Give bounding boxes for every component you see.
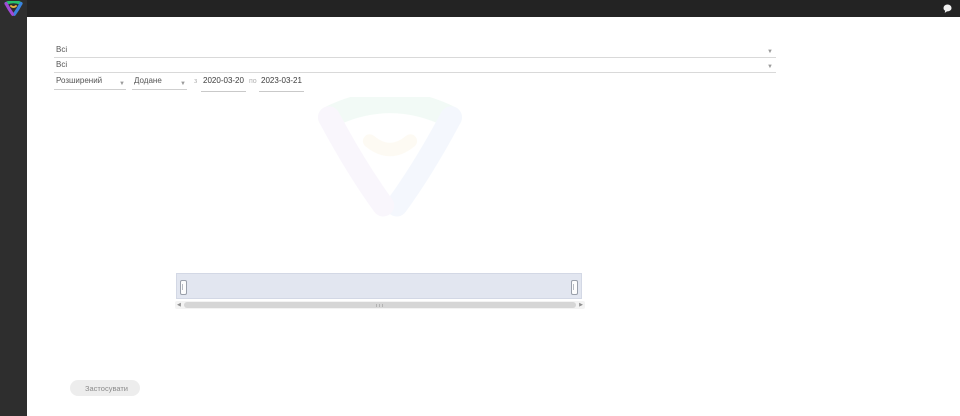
brush-handle-right[interactable]	[571, 280, 578, 295]
chevron-down-icon: ▼	[180, 81, 186, 87]
product-filter-value: Всі	[56, 60, 67, 69]
date-from-label: з	[194, 78, 197, 85]
date-field-select[interactable]: Додане ▼	[132, 74, 187, 90]
sidebar	[0, 0, 27, 416]
topbar-icons	[941, 0, 954, 17]
messages-icon[interactable]	[941, 2, 954, 15]
category-filter-value: Всі	[56, 45, 67, 54]
chevron-down-icon: ▼	[767, 49, 773, 55]
app-logo-icon[interactable]	[3, 1, 24, 16]
app-root: Всі ▼ Всі ▼ Розширений ▼ Додане ▼ з 2020…	[0, 0, 960, 416]
orders-by-status-chart[interactable]	[175, 100, 605, 256]
category-filter[interactable]: Всі ▼	[36, 43, 776, 57]
date-to-label: по	[249, 78, 257, 85]
search-mode-select[interactable]: Розширений ▼	[54, 74, 126, 90]
scrollbar-thumb[interactable]	[184, 302, 576, 308]
list-view-button[interactable]	[444, 385, 458, 399]
date-field-value: Додане	[134, 76, 162, 85]
chevron-down-icon: ▼	[767, 64, 773, 70]
brush-handle-left[interactable]	[180, 280, 187, 295]
package-view-button[interactable]	[477, 385, 491, 399]
search-mode-value: Розширений	[56, 76, 102, 85]
horizontal-scrollbar[interactable]: ◀ ▶	[175, 301, 585, 309]
date-to-input[interactable]: 2023-03-21	[259, 74, 304, 92]
date-from-input[interactable]: 2020-03-20	[201, 74, 246, 92]
topbar	[0, 0, 960, 17]
apply-filters-button[interactable]: Застосувати	[70, 380, 140, 396]
product-filter[interactable]: Всі ▼	[36, 58, 776, 72]
chart-brush[interactable]	[176, 273, 582, 299]
brush-mini-chart	[177, 274, 581, 298]
apply-filters-label: Застосувати	[85, 384, 128, 393]
scroll-right-arrow[interactable]: ▶	[579, 301, 583, 309]
chevron-down-icon: ▼	[119, 81, 125, 87]
scroll-left-arrow[interactable]: ◀	[177, 301, 181, 309]
